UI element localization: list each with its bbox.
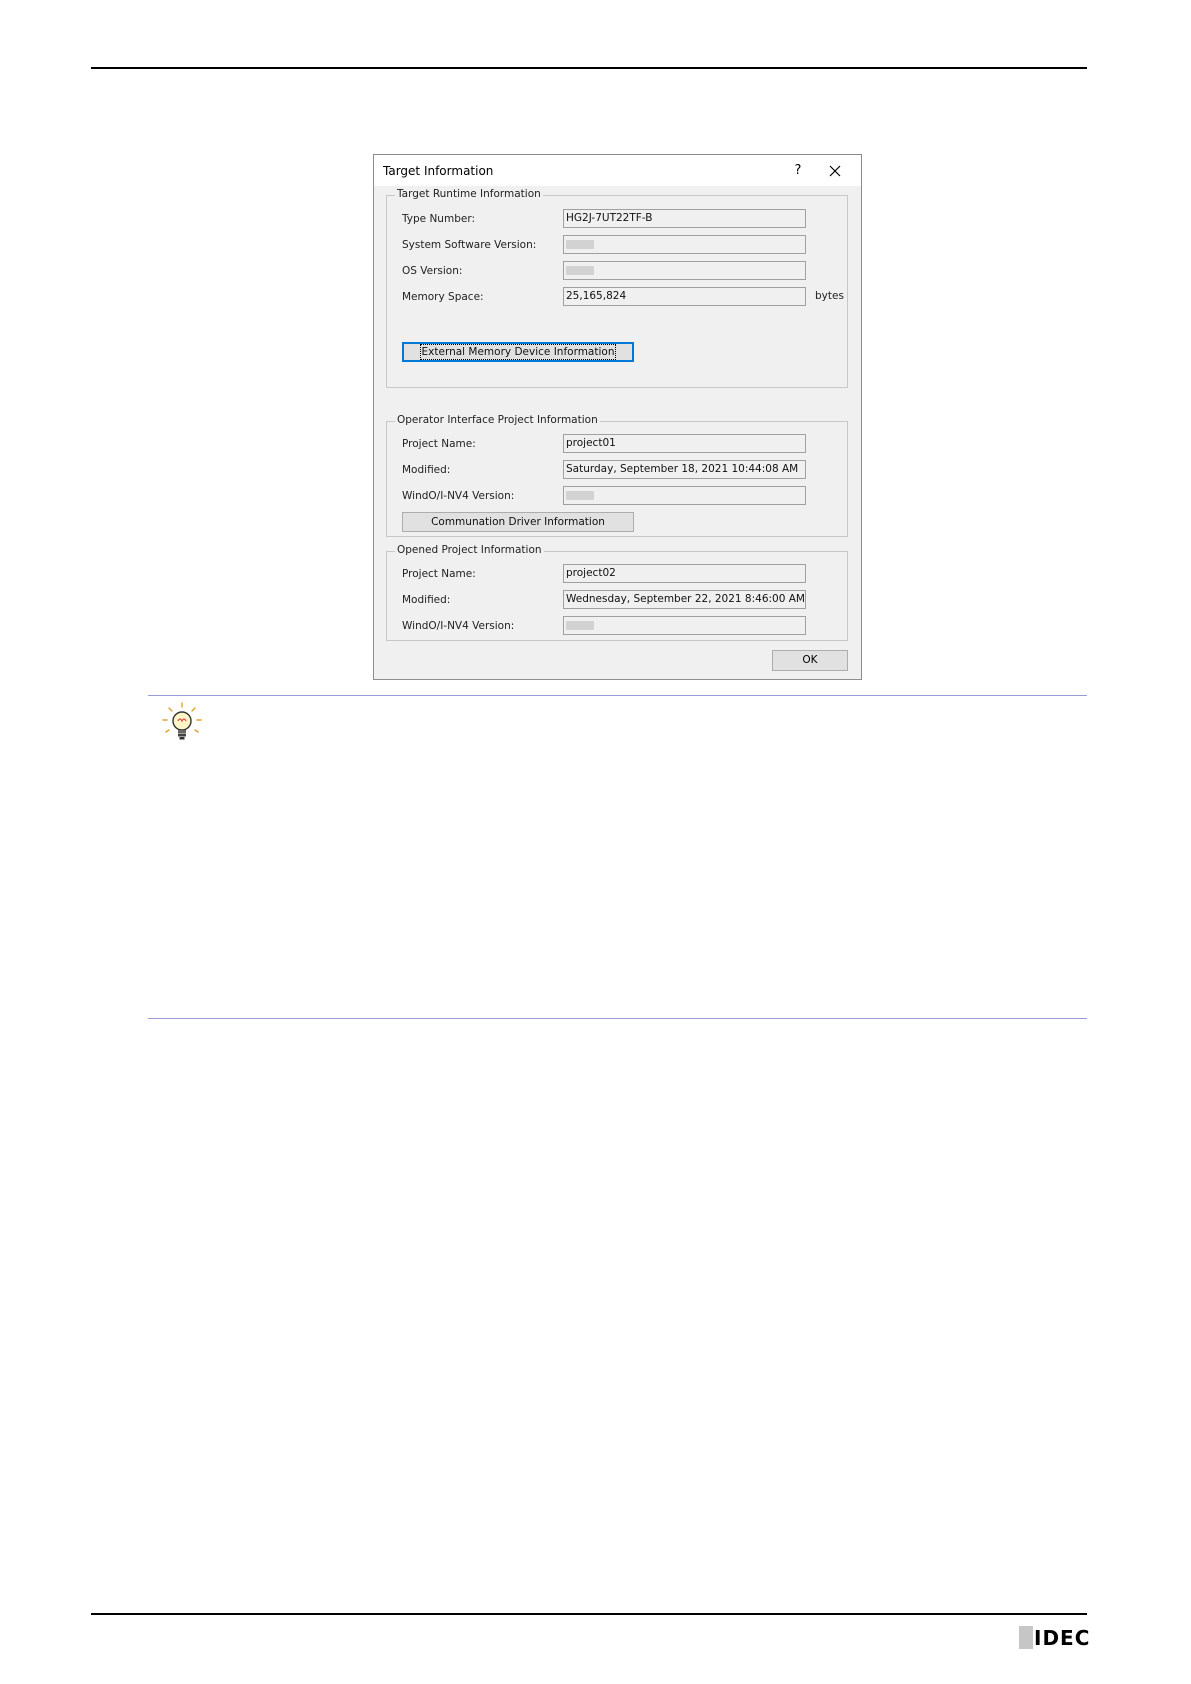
logo-bar [1019, 1626, 1033, 1649]
type-number-label: Type Number: [402, 213, 475, 225]
logo-text: IDEC [1034, 1626, 1091, 1650]
modified-label: Modified: [402, 464, 451, 476]
lightbulb-icon [160, 701, 204, 745]
windo-version-field[interactable] [563, 616, 806, 635]
operator-project-group: Operator Interface Project Information P… [386, 414, 848, 537]
windo-version-field[interactable] [563, 486, 806, 505]
hint-rule-top [148, 695, 1087, 696]
external-memory-button-label: External Memory Device Information [419, 344, 617, 360]
target-information-dialog: Target Information ? Target Runtime Info… [373, 154, 862, 680]
os-version-label: OS Version: [402, 265, 463, 277]
project-name-label: Project Name: [402, 568, 476, 580]
help-button[interactable]: ? [788, 161, 808, 181]
group-title: Opened Project Information [395, 544, 544, 556]
redacted-value [566, 491, 594, 500]
header-rule [91, 67, 1087, 69]
dialog-titlebar: Target Information ? [374, 155, 861, 186]
dialog-title: Target Information [383, 164, 494, 178]
group-title: Target Runtime Information [395, 188, 543, 200]
close-icon[interactable] [824, 161, 846, 181]
group-title: Operator Interface Project Information [395, 414, 600, 426]
project-name-field[interactable]: project02 [563, 564, 806, 583]
memory-space-field[interactable]: 25,165,824 [563, 287, 806, 306]
memory-space-label: Memory Space: [402, 291, 484, 303]
external-memory-button[interactable]: External Memory Device Information [402, 342, 634, 362]
system-software-field[interactable] [563, 235, 806, 254]
target-runtime-group: Target Runtime Information Type Number: … [386, 188, 848, 388]
modified-label: Modified: [402, 594, 451, 606]
communication-driver-button[interactable]: Communation Driver Information [402, 512, 634, 532]
opened-project-group: Opened Project Information Project Name:… [386, 544, 848, 641]
modified-field[interactable]: Saturday, September 18, 2021 10:44:08 AM [563, 460, 806, 479]
windo-version-label: WindO/I-NV4 Version: [402, 620, 515, 632]
redacted-value [566, 266, 594, 275]
project-name-label: Project Name: [402, 438, 476, 450]
windo-version-label: WindO/I-NV4 Version: [402, 490, 515, 502]
modified-field[interactable]: Wednesday, September 22, 2021 8:46:00 AM [563, 590, 806, 609]
project-name-field[interactable]: project01 [563, 434, 806, 453]
footer-rule [91, 1613, 1087, 1615]
redacted-value [566, 240, 594, 249]
type-number-field[interactable]: HG2J-7UT22TF-B [563, 209, 806, 228]
os-version-field[interactable] [563, 261, 806, 280]
system-software-label: System Software Version: [402, 239, 537, 251]
idec-logo: IDEC [1019, 1625, 1089, 1651]
ok-button[interactable]: OK [772, 650, 848, 671]
memory-space-unit: bytes [815, 290, 844, 302]
redacted-value [566, 621, 594, 630]
hint-rule-bottom [148, 1018, 1087, 1019]
